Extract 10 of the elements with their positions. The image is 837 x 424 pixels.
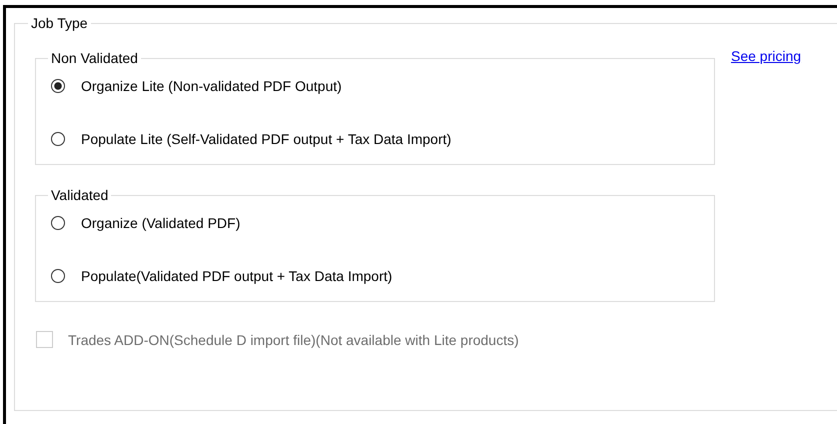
radio-button[interactable]	[51, 216, 65, 230]
radio-label[interactable]: Populate(Validated PDF output + Tax Data Import)	[81, 268, 392, 284]
radio-label[interactable]: Populate Lite (Self-Validated PDF output + Tax Data Import)	[81, 131, 452, 147]
radio-button[interactable]	[51, 132, 65, 146]
see-pricing-link[interactable]: See pricing	[731, 48, 802, 64]
radio-label[interactable]: Organize (Validated PDF)	[81, 215, 240, 231]
radio-button[interactable]	[51, 79, 65, 93]
group-title: Job Type	[28, 15, 91, 32]
radio-label[interactable]: Organize Lite (Non-validated PDF Output)	[81, 78, 342, 94]
radio-button[interactable]	[51, 269, 65, 283]
